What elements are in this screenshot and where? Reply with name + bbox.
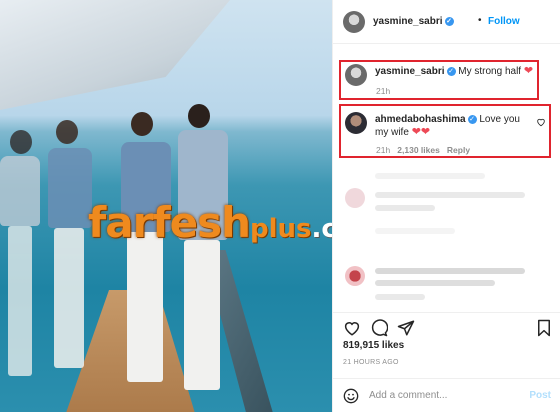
comment-body: ahmedabohashima ✓ Love you my wife ❤❤ xyxy=(375,113,525,139)
verified-badge-icon: ✓ xyxy=(467,114,477,124)
commenter-avatar[interactable] xyxy=(345,112,367,134)
posted-time: 21 HOURS AGO xyxy=(343,359,399,366)
bookmark-icon[interactable] xyxy=(536,319,552,337)
comment-likes[interactable]: 2,130 likes xyxy=(397,145,440,155)
comment-text-line1: Love you xyxy=(479,114,520,125)
watermark-part1: farfesh xyxy=(88,198,251,247)
blurred-avatar xyxy=(345,266,365,286)
paper-plane-icon[interactable] xyxy=(397,319,415,337)
separator-dot: • xyxy=(478,15,482,26)
reply-button[interactable]: Reply xyxy=(447,145,470,155)
post-header: yasmine_sabri ✓ • Follow xyxy=(333,0,560,44)
blurred-avatar xyxy=(345,188,365,208)
likes-count[interactable]: 819,915 likes xyxy=(343,340,404,351)
blurred-comment-line xyxy=(375,192,525,198)
comment-age: 21h xyxy=(376,145,391,155)
caption-age: 21h xyxy=(376,86,391,96)
caption-text: My strong half xyxy=(458,66,522,77)
blurred-comment-line xyxy=(375,228,455,234)
comment-meta: 21h 2,130 likes Reply xyxy=(376,145,470,155)
post-action-bar xyxy=(333,312,560,342)
farfesh-plus-watermark: farfeshplus.com xyxy=(88,198,332,247)
red-heart-icon: ❤ xyxy=(523,65,534,77)
caption-avatar[interactable] xyxy=(345,64,367,86)
blurred-comment-line xyxy=(375,268,525,274)
watermark-part2: plus xyxy=(249,214,312,244)
post-comment-button[interactable]: Post xyxy=(529,390,551,401)
add-comment-bar: Add a comment... Post xyxy=(333,378,560,412)
author-username-text[interactable]: yasmine_sabri xyxy=(373,16,443,27)
post-photo[interactable]: farfeshplus.com xyxy=(0,0,332,412)
caption: yasmine_sabri ✓ My strong half ❤ xyxy=(375,65,533,78)
verified-badge-icon: ✓ xyxy=(444,16,454,26)
post-side-panel: yasmine_sabri ✓ • Follow yasmine_sabri ✓ M… xyxy=(332,0,560,412)
blurred-comment-line xyxy=(375,280,495,286)
comment-bubble-icon[interactable] xyxy=(370,319,388,337)
comment-text-line2: my wife xyxy=(375,127,409,138)
blurred-comment-line xyxy=(375,294,425,300)
author-username[interactable]: yasmine_sabri ✓ xyxy=(373,16,454,27)
red-hearts-icon: ❤❤ xyxy=(411,126,431,138)
author-avatar[interactable] xyxy=(343,11,365,33)
man-figure xyxy=(172,100,242,400)
caption-username[interactable]: yasmine_sabri xyxy=(375,66,445,77)
comment-username[interactable]: ahmedabohashima xyxy=(375,114,466,125)
heart-outline-icon[interactable] xyxy=(343,319,361,337)
blurred-comment-line xyxy=(375,205,435,211)
comment-like-heart-icon[interactable] xyxy=(536,117,546,127)
boat-canopy xyxy=(0,0,230,110)
follow-button[interactable]: Follow xyxy=(488,16,520,27)
watermark-part3: .com xyxy=(311,214,333,244)
smiley-icon[interactable] xyxy=(343,388,359,404)
verified-badge-icon: ✓ xyxy=(446,66,456,76)
comment-input[interactable]: Add a comment... xyxy=(369,390,447,401)
blurred-comment-line xyxy=(375,173,485,179)
